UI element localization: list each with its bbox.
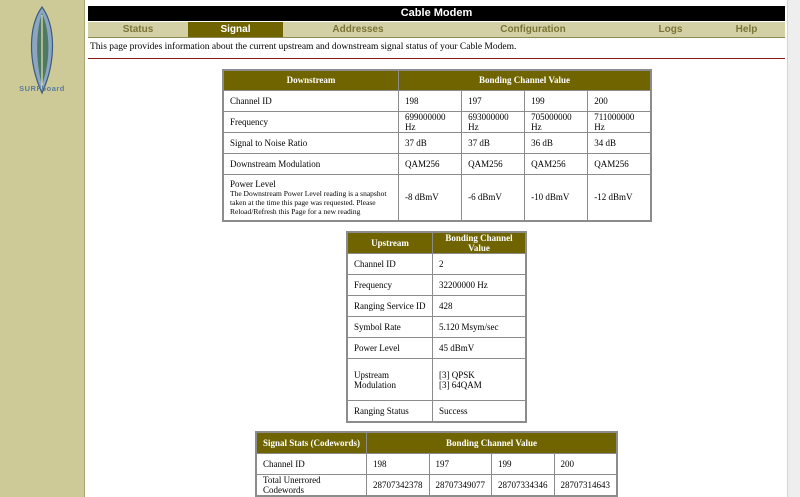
row-label: Ranging Service ID bbox=[346, 295, 433, 317]
tab-logs[interactable]: Logs bbox=[633, 22, 708, 37]
table-header: Signal Stats (Codewords) bbox=[255, 431, 367, 454]
vertical-scrollbar[interactable] bbox=[787, 0, 800, 497]
table-cell: 28707334346 bbox=[491, 473, 555, 496]
table-row: Ranging Status Success bbox=[346, 400, 527, 422]
page-description: This page provides information about the… bbox=[90, 42, 517, 52]
modulation-value: [3] QPSK bbox=[439, 369, 475, 380]
table-row: Signal to Noise Ratio 37 dB 37 dB 36 dB … bbox=[222, 131, 652, 154]
main-content: Cable Modem Status Signal Addresses Conf… bbox=[86, 0, 788, 497]
tab-addresses[interactable]: Addresses bbox=[283, 22, 433, 37]
table-row: Channel ID 198 197 199 200 bbox=[222, 89, 652, 112]
row-label: Total Unerrored Codewords bbox=[255, 473, 367, 496]
table-row: Ranging Service ID 428 bbox=[346, 295, 527, 317]
table-cell: -6 dBmV bbox=[461, 173, 526, 222]
table-cell: 37 dB bbox=[397, 131, 463, 154]
table-cell: 5.120 Msym/sec bbox=[432, 316, 527, 338]
table-cell: 198 bbox=[366, 452, 430, 475]
downstream-table: Downstream Bonding Channel Value Channel… bbox=[222, 69, 652, 222]
table-header: Bonding Channel Value bbox=[432, 231, 527, 254]
row-label: Symbol Rate bbox=[346, 316, 433, 338]
table-cell: QAM256 bbox=[461, 152, 526, 175]
table-header: Downstream bbox=[222, 69, 399, 91]
table-cell: 36 dB bbox=[524, 131, 589, 154]
nav-bar: Status Signal Addresses Configuration Lo… bbox=[88, 22, 785, 38]
row-label: Power Level bbox=[230, 178, 276, 189]
table-cell: Success bbox=[432, 400, 527, 422]
tab-status[interactable]: Status bbox=[88, 22, 188, 37]
upstream-table: Upstream Bonding Channel Value Channel I… bbox=[346, 231, 527, 423]
table-cell: 34 dB bbox=[587, 131, 652, 154]
table-row: Channel ID 2 bbox=[346, 253, 527, 275]
table-header: Bonding Channel Value bbox=[398, 69, 652, 91]
table-row: Symbol Rate 5.120 Msym/sec bbox=[346, 316, 527, 338]
table-cell: [3] QPSK [3] 64QAM bbox=[432, 358, 527, 401]
table-cell: 711000000 Hz bbox=[587, 110, 652, 133]
table-cell: 705000000 Hz bbox=[524, 110, 589, 133]
table-cell: 199 bbox=[524, 89, 589, 112]
table-cell: 199 bbox=[491, 452, 555, 475]
table-cell: 28707342378 bbox=[366, 473, 430, 496]
table-row: Downstream Modulation QAM256 QAM256 QAM2… bbox=[222, 152, 652, 175]
table-cell: 32200000 Hz bbox=[432, 274, 527, 296]
table-header: Upstream bbox=[346, 231, 433, 254]
table-cell: 2 bbox=[432, 253, 527, 275]
table-cell: QAM256 bbox=[587, 152, 652, 175]
table-row: Power Level The Downstream Power Level r… bbox=[222, 173, 652, 222]
table-row: Frequency 699000000 Hz 693000000 Hz 7050… bbox=[222, 110, 652, 133]
row-label: Signal to Noise Ratio bbox=[222, 131, 399, 154]
row-label: Channel ID bbox=[255, 452, 367, 475]
logo-text: SURFboard bbox=[19, 84, 65, 93]
row-label: Channel ID bbox=[346, 253, 433, 275]
signal-stats-table: Signal Stats (Codewords) Bonding Channel… bbox=[255, 431, 618, 497]
sidebar: SURFboard bbox=[0, 0, 85, 497]
table-cell: 197 bbox=[461, 89, 526, 112]
row-label: Ranging Status bbox=[346, 400, 433, 422]
table-row: Channel ID 198 197 199 200 bbox=[255, 452, 618, 475]
row-label: Upstream Modulation bbox=[346, 358, 433, 401]
table-cell: 28707314643 bbox=[553, 473, 618, 496]
row-label: Frequency bbox=[346, 274, 433, 296]
table-cell: -10 dBmV bbox=[524, 173, 589, 222]
table-row: Power Level 45 dBmV bbox=[346, 337, 527, 359]
table-cell: 197 bbox=[428, 452, 492, 475]
table-cell: -8 dBmV bbox=[397, 173, 463, 222]
table-cell: 45 dBmV bbox=[432, 337, 527, 359]
row-label: Channel ID bbox=[222, 89, 399, 112]
tab-signal[interactable]: Signal bbox=[188, 22, 283, 37]
table-cell: -12 dBmV bbox=[587, 173, 652, 222]
table-cell: 37 dB bbox=[461, 131, 526, 154]
power-level-cell: Power Level The Downstream Power Level r… bbox=[222, 173, 399, 222]
table-cell: 693000000 Hz bbox=[461, 110, 526, 133]
table-row: Frequency 32200000 Hz bbox=[346, 274, 527, 296]
power-level-note: The Downstream Power Level reading is a … bbox=[230, 188, 387, 216]
divider bbox=[88, 58, 785, 59]
tab-configuration[interactable]: Configuration bbox=[433, 22, 633, 37]
table-cell: 28707349077 bbox=[428, 473, 492, 496]
table-cell: 200 bbox=[553, 452, 618, 475]
table-cell: QAM256 bbox=[524, 152, 589, 175]
row-label: Power Level bbox=[346, 337, 433, 359]
table-row: Total Unerrored Codewords 28707342378 28… bbox=[255, 473, 618, 496]
modulation-value: [3] 64QAM bbox=[439, 379, 482, 390]
row-label: Downstream Modulation bbox=[222, 152, 399, 175]
table-cell: QAM256 bbox=[397, 152, 463, 175]
table-cell: 428 bbox=[432, 295, 527, 317]
table-row: Upstream Modulation [3] QPSK [3] 64QAM bbox=[346, 358, 527, 401]
table-cell: 200 bbox=[587, 89, 652, 112]
table-header: Bonding Channel Value bbox=[366, 431, 618, 454]
tab-help[interactable]: Help bbox=[708, 22, 785, 37]
page-title: Cable Modem bbox=[88, 6, 785, 21]
table-cell: 699000000 Hz bbox=[397, 110, 463, 133]
table-cell: 198 bbox=[397, 89, 463, 112]
row-label: Frequency bbox=[222, 110, 399, 133]
